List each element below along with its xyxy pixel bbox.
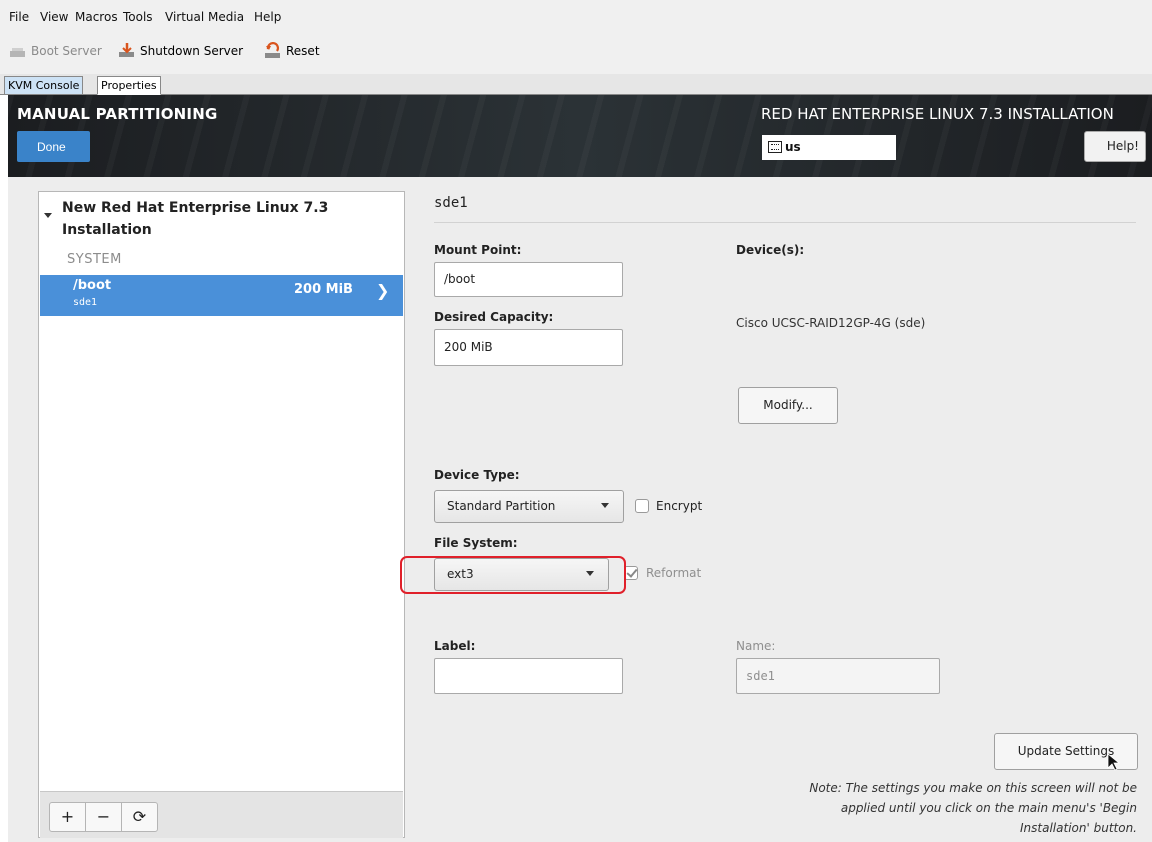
menu-macros[interactable]: Macros — [75, 10, 118, 24]
annotation-highlight — [400, 556, 626, 594]
name-field-label: Name: — [736, 639, 776, 653]
settings-note: Note: The settings you make on this scre… — [809, 781, 1137, 835]
menu-bar: File View Macros Tools Virtual Media Hel… — [0, 0, 1152, 34]
label-field-label: Label: — [434, 639, 476, 653]
mount-point-input[interactable]: /boot — [434, 262, 623, 297]
file-system-label: File System: — [434, 536, 518, 550]
reset-button[interactable]: Reset — [264, 42, 320, 60]
page-title: MANUAL PARTITIONING — [17, 105, 218, 123]
reformat-label: Reformat — [646, 566, 702, 580]
chevron-down-icon — [601, 503, 609, 508]
encrypt-checkbox[interactable] — [635, 499, 649, 513]
mount-point-label: Mount Point: — [434, 243, 522, 257]
devices-label: Device(s): — [736, 243, 805, 257]
device-name: Cisco UCSC-RAID12GP-4G (sde) — [736, 316, 926, 330]
reset-icon — [265, 42, 280, 58]
mouse-cursor-icon — [1107, 753, 1121, 771]
encrypt-label: Encrypt — [656, 499, 703, 513]
tab-kvm-console[interactable]: KVM Console — [4, 76, 84, 95]
label-input[interactable] — [434, 658, 623, 694]
menu-view[interactable]: View — [40, 10, 68, 24]
reset-label: Reset — [286, 44, 320, 58]
boot-server-label: Boot Server — [31, 44, 102, 58]
tab-bar: KVM Console Properties — [0, 74, 1152, 95]
partition-row-boot[interactable]: /boot sde1 200 MiB ❯ — [40, 275, 403, 316]
desired-capacity-label: Desired Capacity: — [434, 310, 554, 324]
partition-toolbar: + − ⟳ — [40, 791, 403, 838]
toolbar: Boot Server Shutdown Server Reset — [0, 34, 1152, 74]
partition-size: 200 MiB — [294, 282, 353, 297]
partition-mount: /boot — [73, 278, 112, 293]
modify-button[interactable]: Modify... — [738, 387, 838, 424]
menu-tools[interactable]: Tools — [123, 10, 153, 24]
installer-screen: MANUAL PARTITIONING Done RED HAT ENTERPR… — [8, 95, 1152, 842]
done-button[interactable]: Done — [17, 131, 90, 162]
menu-help[interactable]: Help — [254, 10, 281, 24]
tab-properties[interactable]: Properties — [97, 76, 161, 95]
chevron-right-icon: ❯ — [376, 281, 390, 300]
remove-partition-button[interactable]: − — [85, 802, 122, 832]
menu-file[interactable]: File — [9, 10, 29, 24]
shutdown-server-button[interactable]: Shutdown Server — [118, 42, 243, 60]
add-partition-button[interactable]: + — [49, 802, 86, 832]
shutdown-server-label: Shutdown Server — [140, 44, 244, 58]
refresh-button[interactable]: ⟳ — [121, 802, 158, 832]
keyboard-icon — [768, 141, 782, 153]
name-input: sde1 — [736, 658, 940, 694]
system-section-label: SYSTEM — [67, 252, 122, 267]
device-type-label: Device Type: — [434, 468, 520, 482]
product-title: RED HAT ENTERPRISE LINUX 7.3 INSTALLATIO… — [761, 105, 1114, 123]
partition-detail-title: sde1 — [434, 195, 468, 211]
detail-divider — [434, 222, 1136, 223]
server-icon — [10, 48, 25, 57]
installation-title: New Red Hat Enterprise Linux 7.3 Install… — [62, 200, 329, 238]
device-type-value: Standard Partition — [447, 499, 556, 513]
device-type-dropdown[interactable]: Standard Partition — [434, 490, 624, 523]
keyboard-layout-indicator[interactable]: us — [762, 135, 896, 160]
shutdown-icon — [119, 43, 134, 57]
keyboard-layout-label: us — [785, 140, 801, 154]
help-button[interactable]: Help! — [1084, 131, 1146, 162]
desired-capacity-input[interactable]: 200 MiB — [434, 329, 623, 366]
menu-virtual-media[interactable]: Virtual Media — [165, 10, 244, 24]
boot-server-button[interactable]: Boot Server — [9, 42, 102, 60]
expand-arrow-icon[interactable] — [44, 213, 52, 218]
partition-device: sde1 — [73, 297, 98, 308]
reformat-checkbox[interactable] — [624, 566, 638, 580]
installer-header: MANUAL PARTITIONING Done RED HAT ENTERPR… — [8, 95, 1152, 177]
partition-list-panel: New Red Hat Enterprise Linux 7.3 Install… — [38, 191, 405, 838]
